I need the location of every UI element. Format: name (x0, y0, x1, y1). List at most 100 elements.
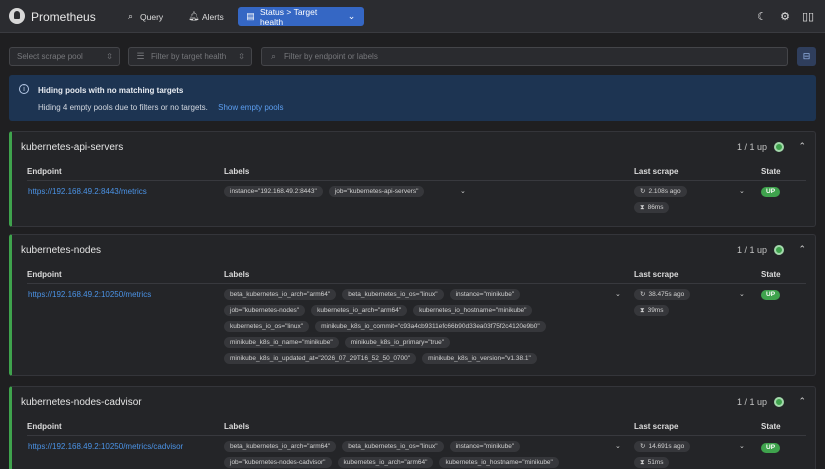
label-chip: minikube_k8s_io_updated_at="2026_07_29T1… (224, 353, 417, 364)
target-health-select[interactable]: ☰ Filter by target health ⇳ (128, 47, 252, 66)
label-chip: job="kubernetes-nodes-cadvisor" (224, 457, 332, 468)
server-icon: ▤ (246, 11, 255, 21)
label-chip: job="kubernetes-api-servers" (328, 186, 425, 197)
hourglass-icon: ⧗ (640, 204, 645, 211)
pool-kubernetes-nodes-cadvisor: kubernetes-nodes-cadvisor 1 / 1 up ⌃ End… (9, 386, 816, 469)
collapse-icon: ⊟ (802, 51, 811, 61)
chevron-up-icon[interactable]: ⌃ (798, 396, 806, 407)
book-icon[interactable]: ▯▯ (801, 9, 815, 23)
scrape-pool-select[interactable]: Select scrape pool ⇳ (9, 47, 120, 66)
last-scrape: ↻ 2.108s ago ⧗ 86ms (634, 186, 687, 213)
label-chip: beta_kubernetes_io_arch="arm64" (224, 441, 337, 452)
chevron-up-icon[interactable]: ⌃ (798, 244, 806, 255)
th-state: State (761, 422, 781, 431)
health-ring-icon (774, 245, 784, 255)
label-chip: kubernetes_io_hostname="minikube" (439, 457, 559, 468)
pool-name: kubernetes-api-servers (21, 142, 124, 153)
expand-scrape-icon[interactable]: ⌄ (739, 187, 745, 195)
select-arrows-icon: ⇳ (106, 52, 113, 61)
pool-kubernetes-api-servers: kubernetes-api-servers 1 / 1 up ⌃ Endpoi… (9, 131, 816, 227)
top-bar: Prometheus ⌕ Query 🔔︎ Alerts ▤ Status > … (0, 0, 825, 33)
th-labels: Labels (224, 422, 250, 431)
collapse-all-button[interactable]: ⊟ (797, 47, 816, 66)
last-scrape-time: 14.691s ago (648, 443, 685, 450)
chevron-up-icon[interactable]: ⌃ (798, 141, 806, 152)
state-badge: UP (761, 290, 781, 300)
hourglass-icon: ⧗ (640, 459, 645, 466)
pool-count: 1 / 1 up (737, 397, 784, 407)
expand-labels-icon[interactable]: ⌄ (615, 442, 621, 450)
endpoint-link[interactable]: https://192.168.49.2:8443/metrics (28, 187, 147, 196)
th-state: State (761, 167, 781, 176)
nav-status-target-health[interactable]: ▤ Status > Target health ⌄ (238, 6, 364, 27)
nav-alerts[interactable]: 🔔︎ Alerts (180, 7, 232, 26)
th-labels: Labels (224, 270, 250, 279)
th-endpoint: Endpoint (27, 422, 62, 431)
show-empty-pools-link[interactable]: Show empty pools (218, 103, 283, 112)
scrape-duration: 39ms (647, 307, 664, 314)
search-icon: ⌕ (270, 51, 277, 61)
banner-text: Hiding 4 empty pools due to filters or n… (38, 103, 283, 112)
banner-message: Hiding 4 empty pools due to filters or n… (38, 103, 208, 112)
label-chip: job="kubernetes-nodes" (224, 305, 306, 316)
th-state: State (761, 270, 781, 279)
nav-query-label: Query (140, 11, 164, 22)
last-scrape-time: 2.108s ago (648, 188, 681, 195)
scrape-duration-chip: ⧗ 39ms (634, 305, 670, 316)
endpoint-filter-placeholder: Filter by endpoint or labels (284, 52, 378, 61)
pool-name: kubernetes-nodes (21, 245, 102, 256)
pool-count-text: 1 / 1 up (736, 245, 767, 255)
endpoint-filter-input[interactable]: ⌕ Filter by endpoint or labels (261, 47, 788, 66)
scrape-duration: 51ms (647, 459, 664, 466)
label-chip: minikube_k8s_io_version="v1.38.1" (422, 353, 537, 364)
nav-query[interactable]: ⌕ Query (118, 7, 171, 26)
th-last-scrape: Last scrape (634, 422, 679, 431)
scrape-duration-chip: ⧗ 51ms (634, 457, 670, 468)
expand-scrape-icon[interactable]: ⌄ (739, 290, 745, 298)
last-scrape-chip: ↻ 14.691s ago (634, 441, 691, 452)
th-labels: Labels (224, 167, 250, 176)
label-chip: beta_kubernetes_io_os="linux" (342, 441, 444, 452)
search-icon: ⌕ (127, 11, 134, 21)
state-badge: UP (761, 187, 781, 197)
divider (27, 180, 806, 181)
nav-status-label: Status > Target health (259, 6, 318, 27)
label-chip: kubernetes_io_os="linux" (224, 321, 310, 332)
endpoint-link[interactable]: https://192.168.49.2:10250/metrics (28, 290, 151, 299)
pool-kubernetes-nodes: kubernetes-nodes 1 / 1 up ⌃ Endpoint Lab… (9, 234, 816, 376)
label-chip: instance="192.168.49.2:8443" (224, 186, 323, 197)
state-badge: UP (761, 443, 781, 453)
refresh-icon: ↻ (640, 188, 646, 195)
pool-count: 1 / 1 up (737, 142, 784, 152)
banner-title: Hiding pools with no matching targets (38, 86, 184, 95)
pool-name: kubernetes-nodes-cadvisor (21, 397, 142, 408)
scrape-pool-placeholder: Select scrape pool (17, 52, 83, 61)
label-chip: kubernetes_io_arch="arm64" (311, 305, 408, 316)
label-chip: beta_kubernetes_io_os="linux" (342, 289, 444, 300)
refresh-icon: ↻ (640, 291, 646, 298)
refresh-icon: ↻ (640, 443, 646, 450)
scrape-duration-chip: ⧗ 86ms (634, 202, 670, 213)
health-ring-icon (774, 397, 784, 407)
prometheus-logo-icon[interactable] (9, 8, 25, 24)
gear-icon[interactable]: ⚙ (778, 9, 792, 23)
divider (27, 283, 806, 284)
last-scrape-chip: ↻ 38.475s ago (634, 289, 691, 300)
expand-scrape-icon[interactable]: ⌄ (739, 442, 745, 450)
pool-count-text: 1 / 1 up (736, 397, 767, 407)
last-scrape-time: 38.475s ago (648, 291, 685, 298)
last-scrape: ↻ 14.691s ago ⧗ 51ms (634, 441, 691, 468)
label-chip: minikube_k8s_io_commit="c93a4cb9311efc66… (315, 321, 546, 332)
endpoint-link[interactable]: https://192.168.49.2:10250/metrics/cadvi… (28, 442, 183, 451)
target-health-placeholder: Filter by target health (151, 52, 227, 61)
moon-icon[interactable]: ☾ (755, 9, 769, 23)
label-chip: kubernetes_io_hostname="minikube" (413, 305, 533, 316)
label-chip: instance="minikube" (449, 289, 521, 300)
label-list: instance="192.168.49.2:8443" job="kubern… (224, 186, 624, 197)
brand-name[interactable]: Prometheus (31, 10, 96, 24)
expand-labels-icon[interactable]: ⌄ (615, 290, 621, 298)
scrape-duration: 86ms (647, 204, 664, 211)
last-scrape: ↻ 38.475s ago ⧗ 39ms (634, 289, 691, 316)
expand-labels-icon[interactable]: ⌄ (460, 187, 466, 195)
th-last-scrape: Last scrape (634, 270, 679, 279)
